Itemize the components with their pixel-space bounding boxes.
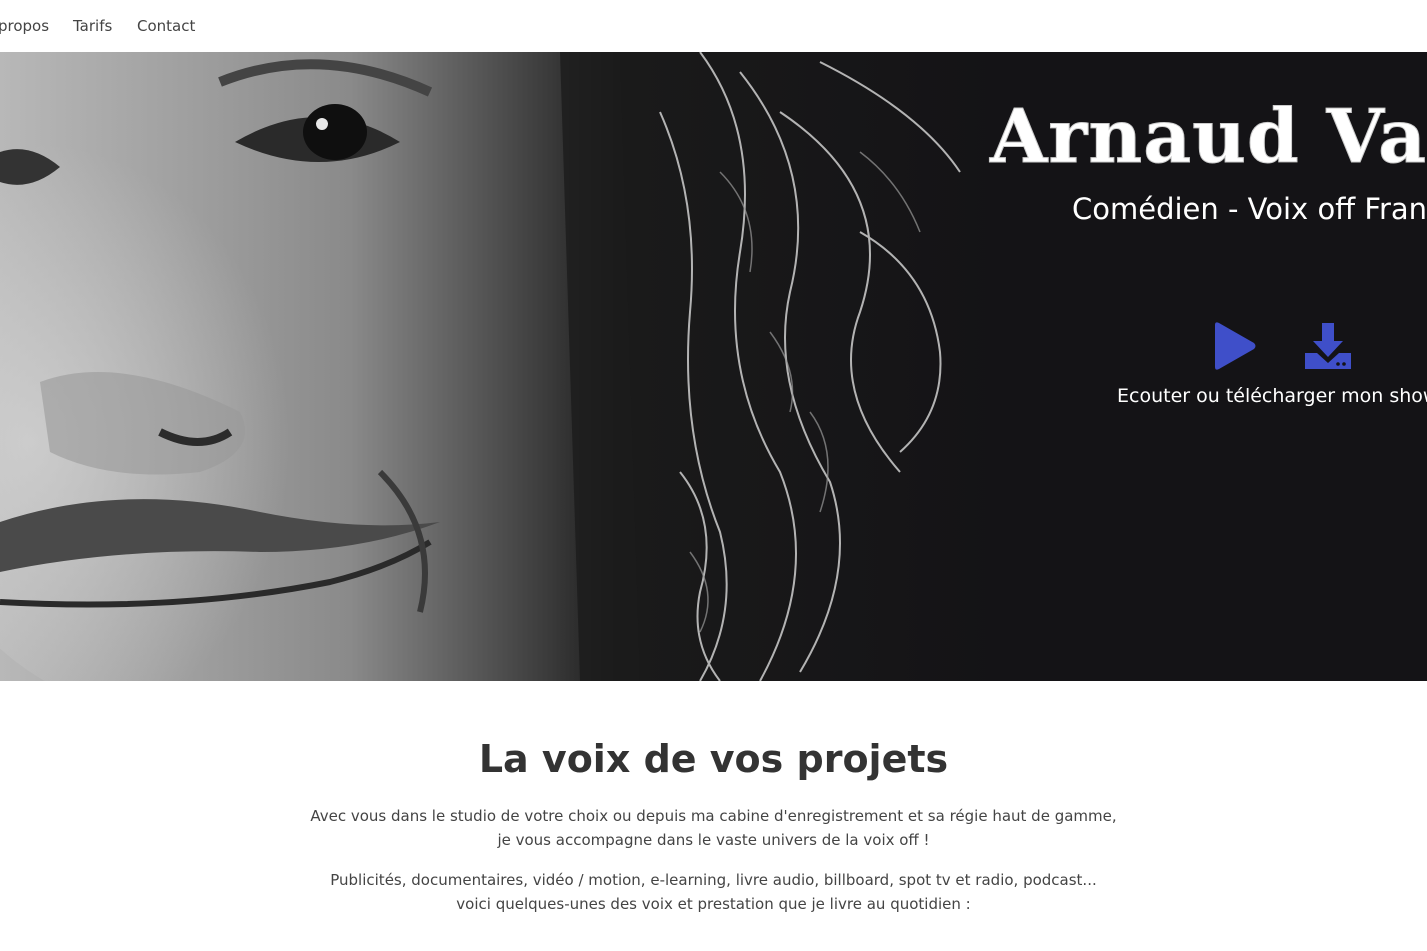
section-heading: La voix de vos projets: [478, 737, 949, 781]
intro-paragraph-1-line-2: je vous accompagne dans le vaste univers…: [497, 831, 930, 849]
download-icon: [1305, 323, 1351, 369]
nav-link-a-propos[interactable]: propos: [0, 17, 49, 35]
play-icon: [1215, 322, 1256, 370]
intro-paragraph-2-line-2: voici quelques-unes des voix et prestati…: [456, 895, 971, 913]
top-navigation: propos Tarifs Contact: [0, 0, 1427, 52]
showreel-cta-text: Ecouter ou télécharger mon showre: [1117, 385, 1427, 407]
nav-link-contact[interactable]: Contact: [137, 17, 195, 35]
play-showreel-button[interactable]: [1213, 321, 1257, 371]
intro-paragraph-1-line-1: Avec vous dans le studio de votre choix …: [310, 807, 1117, 825]
hero-title: Arnaud Vale: [989, 94, 1427, 181]
intro-paragraph-2: Publicités, documentaires, vidéo / motio…: [0, 868, 1427, 916]
intro-paragraph-1: Avec vous dans le studio de votre choix …: [0, 804, 1427, 852]
nav-link-tarifs[interactable]: Tarifs: [73, 17, 112, 35]
portrait-image: [0, 52, 1000, 681]
hero-subtitle: Comédien - Voix off Franc: [1072, 192, 1427, 226]
hero-banner: Arnaud Vale Comédien - Voix off Franc Ec…: [0, 52, 1427, 681]
download-showreel-button[interactable]: [1303, 321, 1353, 371]
intro-paragraph-2-line-1: Publicités, documentaires, vidéo / motio…: [330, 871, 1097, 889]
